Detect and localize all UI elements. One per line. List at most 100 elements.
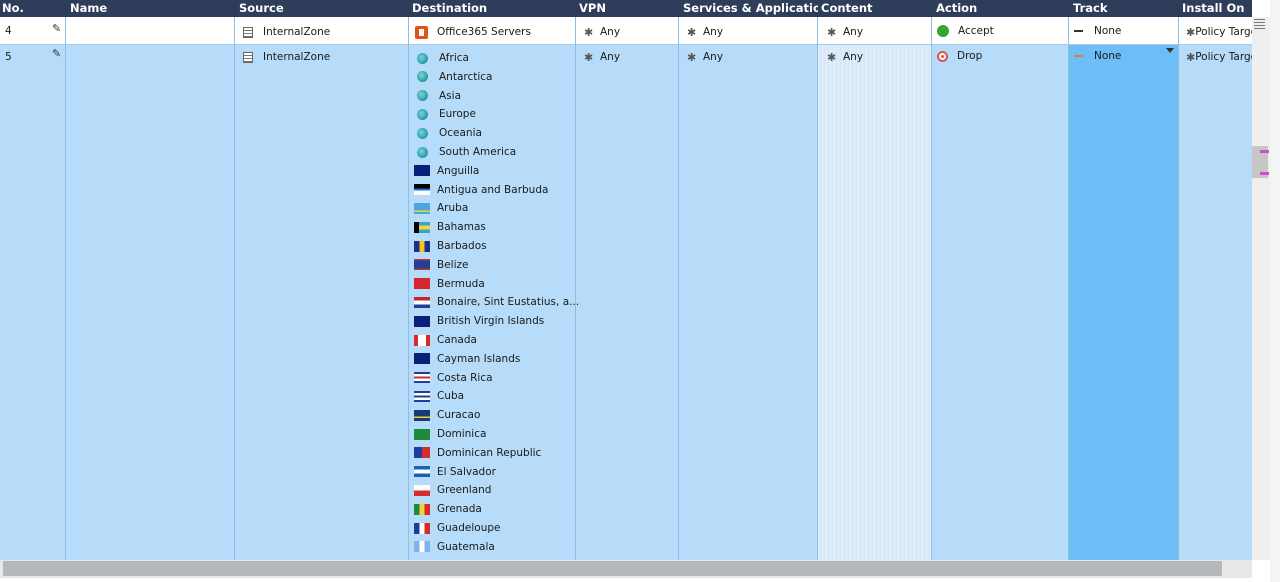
- destination-list-item[interactable]: Cuba: [414, 387, 464, 405]
- destination-list-item[interactable]: Barbados: [414, 237, 487, 255]
- destination-list-item[interactable]: Cayman Islands: [414, 350, 520, 368]
- column-header-install-on[interactable]: Install On: [1180, 0, 1254, 17]
- any-icon: ✱: [1186, 50, 1196, 64]
- destination-label: Bonaire, Sint Eustatius, a...: [437, 296, 580, 309]
- destination-label: Africa: [439, 52, 469, 64]
- column-header-track[interactable]: Track: [1071, 0, 1178, 17]
- source-cell[interactable]: InternalZone: [243, 48, 330, 66]
- destination-list-item[interactable]: Guadeloupe: [414, 519, 500, 537]
- vpn-cell[interactable]: ✱ Any: [584, 23, 620, 41]
- destination-list-item[interactable]: Oceania: [414, 124, 482, 142]
- edit-pencil-icon[interactable]: ✎: [52, 22, 61, 35]
- destination-list-item[interactable]: Greenland: [414, 481, 491, 499]
- content-cell-disabled: [818, 45, 931, 560]
- destination-label: Oceania: [439, 127, 482, 140]
- globe-icon: [417, 90, 428, 102]
- source-label: InternalZone: [263, 51, 331, 63]
- track-dropdown-arrow-icon[interactable]: [1166, 48, 1174, 53]
- destination-list-item[interactable]: South America: [414, 143, 516, 161]
- destination-list-item[interactable]: Antarctica: [414, 68, 493, 86]
- destination-list-item[interactable]: Bermuda: [414, 275, 485, 293]
- column-menu-icon[interactable]: [1254, 19, 1265, 29]
- destination-list-item[interactable]: Costa Rica: [414, 369, 493, 387]
- destination-list-item[interactable]: British Virgin Islands: [414, 312, 544, 330]
- edit-pencil-icon[interactable]: ✎: [52, 47, 61, 60]
- vpn-cell[interactable]: ✱ Any: [584, 48, 620, 66]
- column-header-vpn[interactable]: VPN: [577, 0, 679, 17]
- destination-list-item[interactable]: Asia: [414, 87, 461, 105]
- source-cell[interactable]: InternalZone: [243, 23, 330, 41]
- column-header-action[interactable]: Action: [934, 0, 1069, 17]
- column-header-no[interactable]: No.: [0, 0, 66, 17]
- track-label: None: [1094, 50, 1122, 62]
- destination-list-item[interactable]: Bonaire, Sint Eustatius, a...: [414, 293, 579, 311]
- destination-label: Dominica: [437, 428, 487, 440]
- destination-cell[interactable]: Office365 Servers: [415, 23, 531, 41]
- destination-label: Antarctica: [439, 70, 493, 83]
- destination-list-item[interactable]: Canada: [414, 331, 477, 349]
- content-label: Any: [843, 51, 864, 63]
- column-divider: [817, 17, 818, 560]
- any-icon: ✱: [687, 50, 697, 64]
- destination-label: Grenada: [437, 503, 482, 516]
- track-cell[interactable]: None: [1074, 22, 1121, 40]
- any-icon: ✱: [1186, 25, 1196, 39]
- column-header-destination[interactable]: Destination: [410, 0, 575, 17]
- horizontal-scroll-thumb[interactable]: [3, 561, 1222, 576]
- destination-label: Aruba: [437, 202, 469, 215]
- column-header-content[interactable]: Content: [819, 0, 931, 17]
- track-cell[interactable]: None: [1074, 47, 1121, 65]
- destination-list-item[interactable]: Grenada: [414, 500, 482, 518]
- destination-list-item[interactable]: Aruba: [414, 199, 468, 217]
- destination-list-item[interactable]: Dominica: [414, 425, 486, 443]
- destination-list-item[interactable]: Europe: [414, 105, 476, 123]
- track-label: None: [1094, 25, 1122, 37]
- column-header-name[interactable]: Name: [68, 0, 235, 17]
- destination-label: British Virgin Islands: [437, 315, 545, 328]
- zone-icon: [243, 51, 253, 63]
- destination-list-item[interactable]: Belize: [414, 256, 468, 274]
- table-row-4[interactable]: [0, 18, 1252, 45]
- destination-list-item[interactable]: Antigua and Barbuda: [414, 181, 548, 199]
- column-header-source[interactable]: Source: [237, 0, 409, 17]
- install-on-label: Policy Targets: [1195, 51, 1252, 63]
- flag-icon: [414, 184, 430, 196]
- column-divider: [234, 17, 235, 560]
- table-row-5[interactable]: [0, 45, 1252, 560]
- column-divider: [575, 17, 576, 560]
- install-on-cell[interactable]: ✱ Policy Targets: [1186, 48, 1252, 66]
- install-on-cell[interactable]: ✱ Policy Targets: [1186, 23, 1252, 41]
- destination-label: Cayman Islands: [437, 352, 521, 365]
- destination-list-item[interactable]: El Salvador: [414, 463, 496, 481]
- destination-list-item[interactable]: Bahamas: [414, 218, 486, 236]
- destination-list-item[interactable]: Anguilla: [414, 162, 479, 180]
- flag-icon: [414, 522, 430, 534]
- destination-label: Curacao: [437, 409, 481, 422]
- none-dash-icon: [1074, 55, 1083, 57]
- services-cell[interactable]: ✱ Any: [687, 48, 723, 66]
- destination-label: Guadeloupe: [437, 522, 501, 534]
- track-cell-selected[interactable]: [1069, 45, 1178, 560]
- action-cell[interactable]: Accept: [937, 22, 994, 40]
- action-cell[interactable]: Drop: [937, 47, 982, 65]
- services-cell[interactable]: ✱ Any: [687, 23, 723, 41]
- column-header-services[interactable]: Services & Applications: [681, 0, 818, 17]
- destination-list-item[interactable]: Africa: [414, 49, 469, 67]
- vertical-scrollbar[interactable]: [1252, 17, 1270, 560]
- globe-icon: [417, 127, 428, 139]
- flag-icon: [414, 296, 430, 308]
- destination-label: Dominican Republic: [437, 446, 542, 459]
- destination-list-item[interactable]: Guatemala: [414, 538, 495, 556]
- install-on-label: Policy Targets: [1195, 26, 1252, 38]
- destination-label: South America: [439, 146, 517, 158]
- content-cell[interactable]: ✱ Any: [827, 48, 863, 66]
- globe-icon: [417, 108, 428, 120]
- scroll-marker: [1260, 172, 1269, 175]
- content-cell[interactable]: ✱ Any: [827, 23, 863, 41]
- destination-list-item[interactable]: Curacao: [414, 406, 480, 424]
- flag-icon: [414, 503, 430, 515]
- flag-icon: [414, 390, 430, 402]
- vpn-label: Any: [600, 51, 621, 63]
- flag-icon: [414, 221, 430, 233]
- destination-list-item[interactable]: Dominican Republic: [414, 444, 541, 462]
